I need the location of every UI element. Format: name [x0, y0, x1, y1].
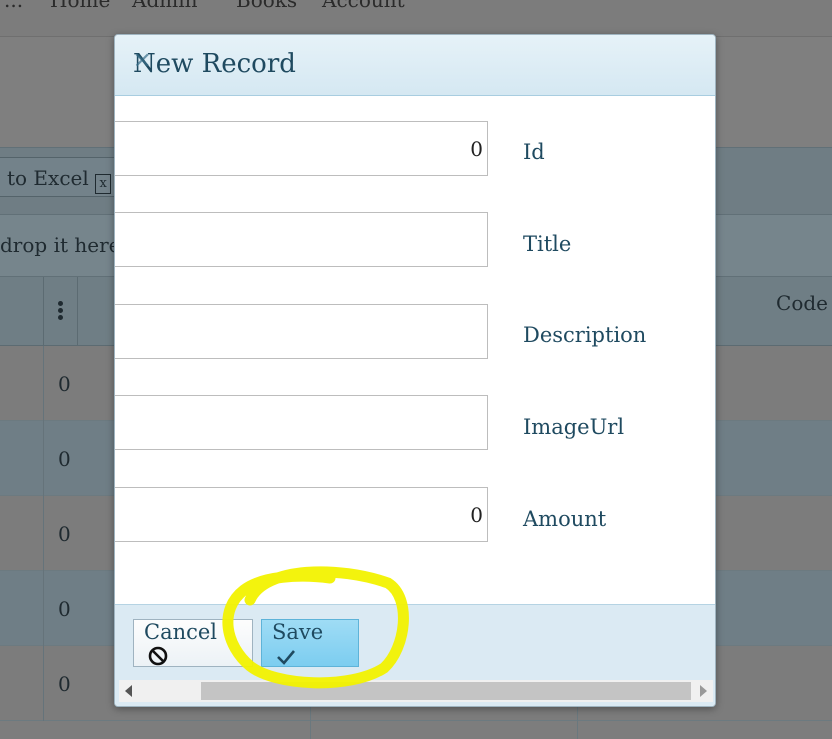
id-label: Id — [523, 140, 545, 164]
imageurl-field[interactable] — [115, 395, 488, 450]
top-navigation: ... Home Admin Books Account — [0, 0, 832, 37]
cancel-label: Cancel — [144, 620, 218, 644]
nav-item-account[interactable]: Account — [322, 0, 405, 12]
dialog-header: New Record ✕ — [115, 35, 715, 96]
description-field[interactable] — [115, 304, 488, 359]
scroll-left-arrow-icon[interactable] — [125, 685, 132, 697]
group-hint: drop it here — [0, 233, 121, 257]
table-cell: 0 — [58, 672, 71, 696]
amount-label: Amount — [523, 507, 607, 531]
column-divider — [577, 706, 578, 739]
table-cell: 0 — [58, 447, 71, 471]
screen: ... Home Admin Books Account to Excel x … — [0, 0, 832, 739]
description-label: Description — [523, 323, 647, 347]
excel-icon: x — [95, 174, 112, 194]
title-label: Title — [523, 232, 572, 256]
column-divider — [310, 706, 311, 739]
export-label: to Excel — [7, 166, 89, 190]
nav-item-books[interactable]: Books — [236, 0, 297, 12]
horizontal-scrollbar[interactable] — [119, 680, 713, 702]
save-button[interactable]: Save — [261, 619, 359, 667]
imageurl-label: ImageUrl — [523, 415, 625, 439]
table-cell: 0 — [58, 597, 71, 621]
export-excel-button[interactable]: to Excel x — [0, 157, 118, 197]
new-record-dialog: New Record ✕ Id Title Description ImageU… — [114, 34, 716, 707]
id-field[interactable] — [115, 121, 488, 176]
cancel-button[interactable]: Cancel — [133, 619, 253, 667]
column-header-code[interactable]: Code — [776, 291, 828, 315]
nav-item-partial[interactable]: ... — [4, 0, 23, 12]
scroll-right-arrow-icon[interactable] — [700, 685, 707, 697]
nav-item-home[interactable]: Home — [50, 0, 110, 12]
checkmark-icon — [277, 650, 295, 665]
table-cell: 0 — [58, 522, 71, 546]
title-field[interactable] — [115, 212, 488, 267]
dialog-form: Id Title Description ImageUrl Amount — [115, 96, 715, 604]
dialog-title: New Record — [133, 49, 296, 79]
amount-field[interactable] — [115, 487, 488, 542]
nav-item-admin[interactable]: Admin — [132, 0, 198, 12]
close-icon[interactable]: ✕ — [133, 51, 153, 73]
save-label: Save — [272, 620, 324, 644]
table-cell: 0 — [58, 372, 71, 396]
cancel-icon — [148, 646, 168, 666]
scrollbar-thumb[interactable] — [201, 682, 691, 700]
column-menu-icon[interactable] — [43, 277, 78, 346]
